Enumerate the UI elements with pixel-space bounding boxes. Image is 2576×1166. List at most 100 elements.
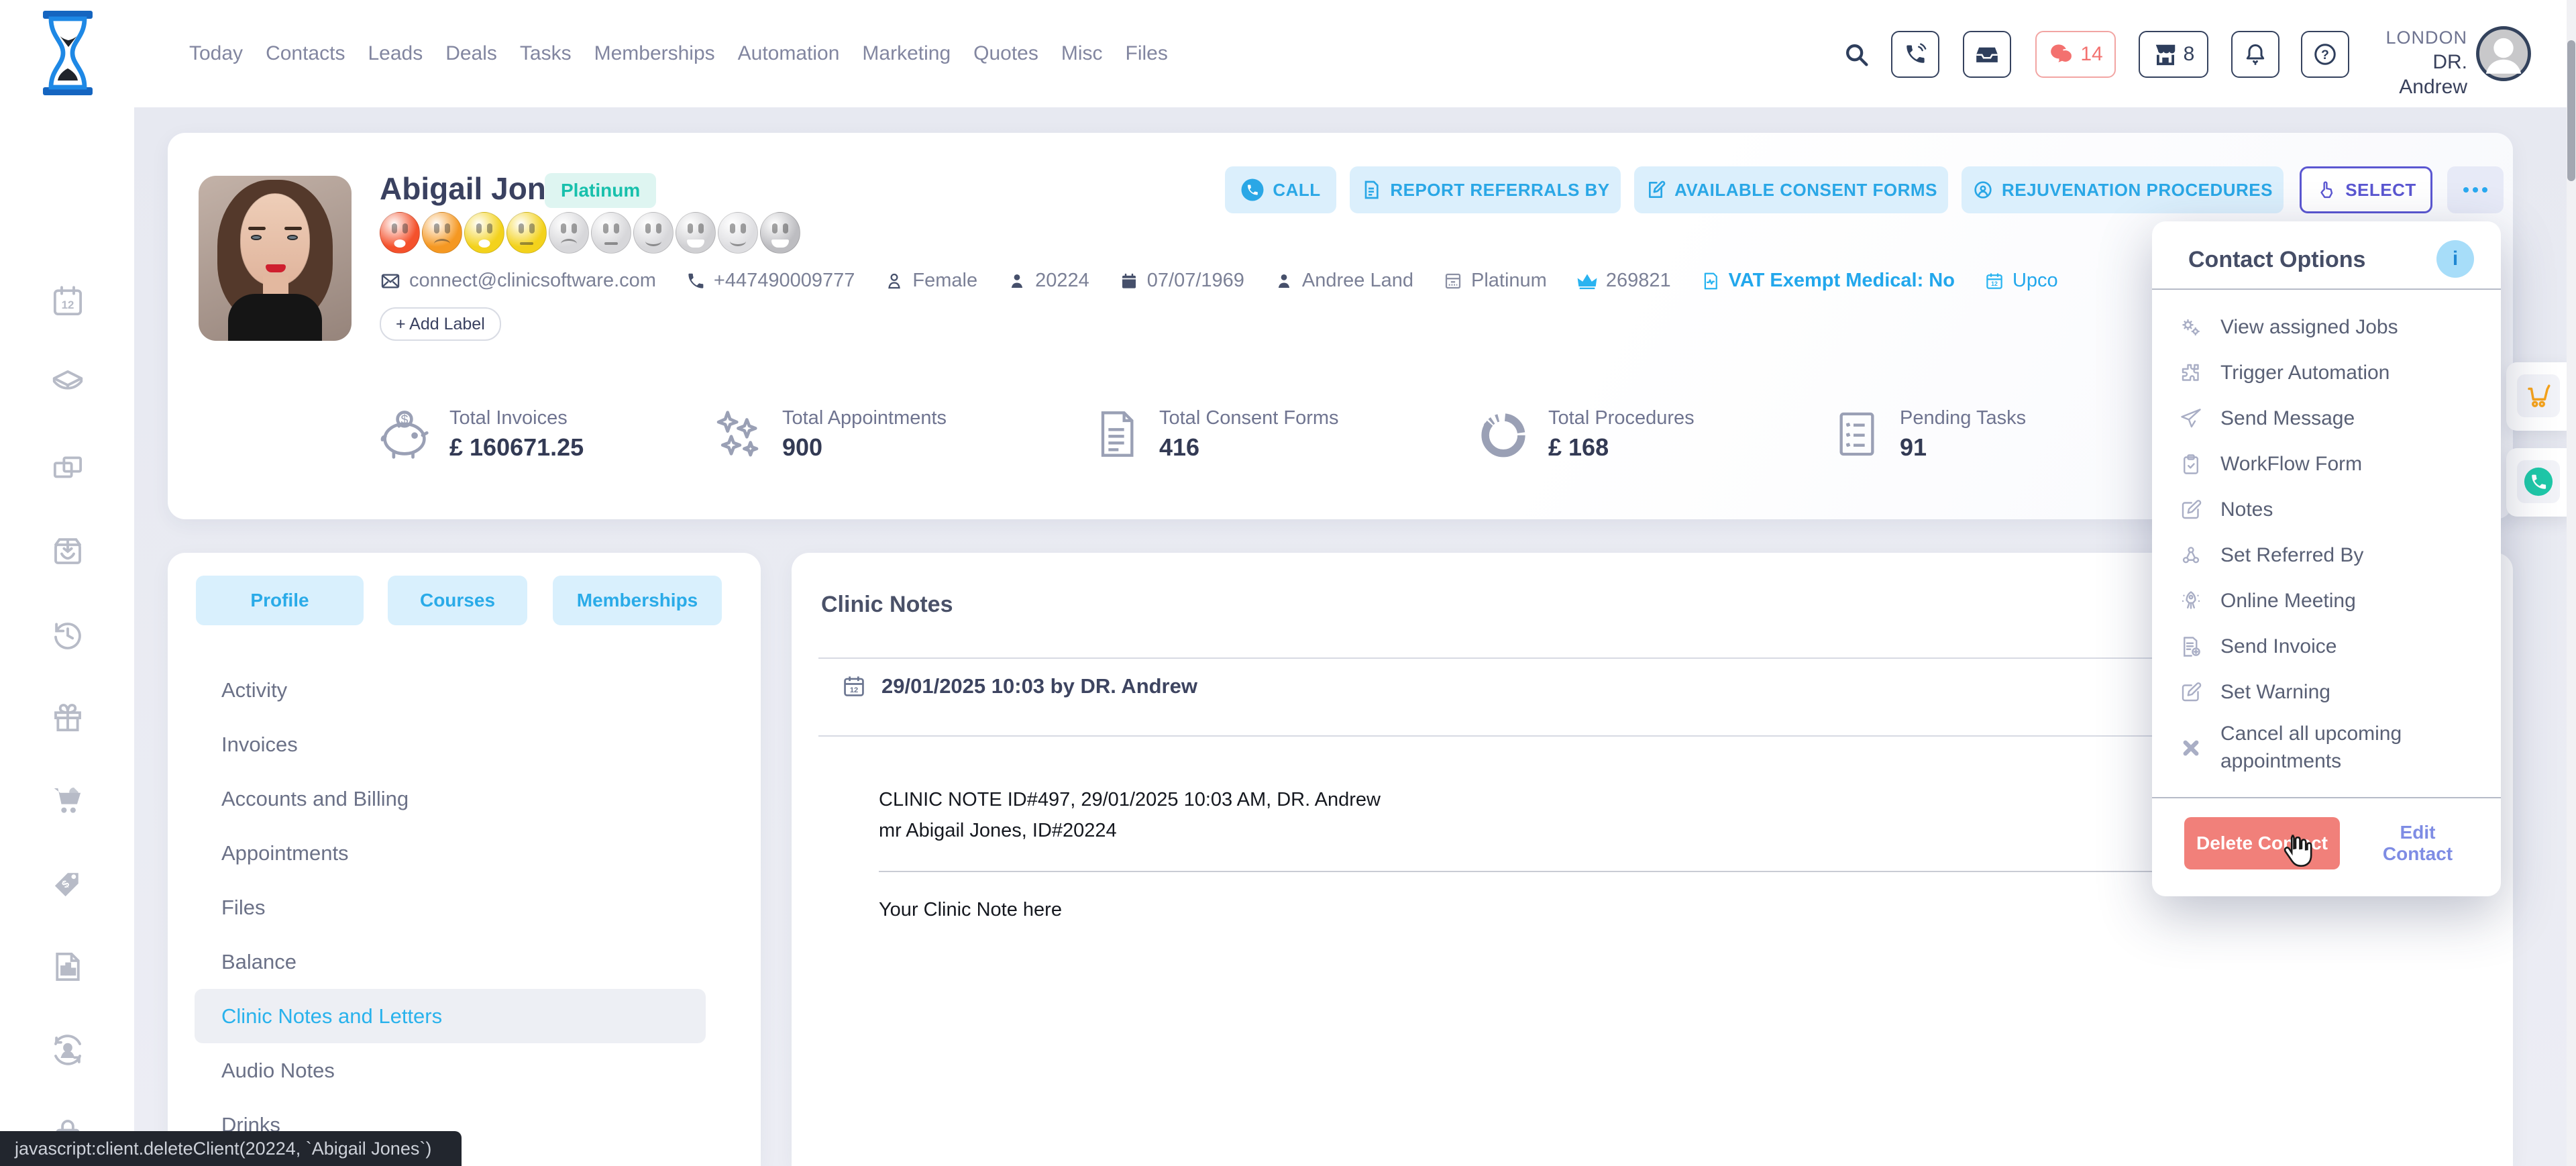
store-count: 8 [2184, 43, 2195, 66]
stat-total-consent-forms: Total Consent Forms416 [1089, 405, 1339, 463]
nav-marketing[interactable]: Marketing [862, 42, 951, 65]
info-icon[interactable]: i [2436, 240, 2474, 278]
menu-item-trigger-automation[interactable]: Trigger Automation [2179, 361, 2487, 385]
user-info[interactable]: LONDON DR. Andrew [2360, 27, 2467, 100]
menu-item-set-referred-by[interactable]: Set Referred By [2179, 543, 2487, 568]
rejuvenation-icon [1972, 179, 1994, 201]
sidebar-item-balance[interactable]: Balance [195, 935, 706, 989]
cart-fab-button[interactable] [2517, 374, 2560, 417]
satisfaction-rating [380, 212, 800, 254]
satisfaction-face-8[interactable] [676, 212, 716, 254]
sidebar-item-appointments[interactable]: Appointments [195, 826, 706, 880]
copy-windows-icon[interactable] [50, 449, 86, 486]
question-icon: ? [2313, 42, 2337, 66]
tab-profile[interactable]: Profile [196, 576, 364, 625]
menu-item-workflow-form[interactable]: WorkFlow Form [2179, 452, 2487, 476]
call-fab-container [2506, 448, 2569, 517]
price-tag-icon[interactable]: $ [50, 865, 86, 902]
tab-memberships[interactable]: Memberships [553, 576, 722, 625]
nav-memberships[interactable]: Memberships [594, 42, 715, 65]
crown-icon [1576, 270, 1598, 292]
person-sync-icon[interactable] [50, 1032, 86, 1068]
nav-files[interactable]: Files [1126, 42, 1168, 65]
sidebar-item-files[interactable]: Files [195, 880, 706, 935]
sidebar-item-audio-notes[interactable]: Audio Notes [195, 1043, 706, 1098]
satisfaction-face-3[interactable] [464, 212, 504, 254]
satisfaction-face-7[interactable] [633, 212, 674, 254]
nav-misc[interactable]: Misc [1061, 42, 1103, 65]
contact-upcoming[interactable]: 12 Upco [1984, 270, 2058, 292]
nav-deals[interactable]: Deals [445, 42, 497, 65]
menu-item-cancel-appointments[interactable]: Cancel all upcoming appointments [2179, 721, 2487, 775]
satisfaction-face-1[interactable] [380, 212, 420, 254]
person-icon [1274, 271, 1294, 291]
nav-contacts[interactable]: Contacts [266, 42, 345, 65]
menu-item-set-warning[interactable]: Set Warning [2179, 680, 2487, 704]
help-button[interactable]: ? [2301, 31, 2349, 78]
sidebar-item-invoices[interactable]: Invoices [195, 717, 706, 772]
sidebar-item-clinic-notes[interactable]: Clinic Notes and Letters [195, 989, 706, 1043]
rejuvenation-procedures-button[interactable]: REJUVENATION PROCEDURES [1962, 166, 2284, 213]
scrollbar-thumb[interactable] [2567, 40, 2575, 181]
notifications-button[interactable] [2231, 31, 2279, 78]
nav-today[interactable]: Today [189, 42, 243, 65]
satisfaction-face-2[interactable] [422, 212, 462, 254]
add-label-button[interactable]: + Add Label [380, 307, 501, 341]
menu-divider [2152, 288, 2501, 290]
report-referrals-button[interactable]: REPORT REFERRALS BY [1350, 166, 1621, 213]
satisfaction-face-5[interactable] [549, 212, 589, 254]
messages-count: 14 [2080, 43, 2102, 66]
nav-automation[interactable]: Automation [738, 42, 840, 65]
consent-forms-button[interactable]: AVAILABLE CONSENT FORMS [1634, 166, 1948, 213]
menu-item-send-message[interactable]: Send Message [2179, 407, 2487, 431]
sidebar-item-accounts-billing[interactable]: Accounts and Billing [195, 772, 706, 826]
more-options-button[interactable] [2447, 166, 2504, 213]
search-icon[interactable] [1843, 42, 1870, 72]
rocket-icon [2179, 589, 2203, 613]
stat-total-appointments: Total Appointments900 [708, 405, 947, 463]
note-entry-header[interactable]: 12 29/01/2025 10:03 by DR. Andrew [841, 674, 1197, 699]
scrollbar-track[interactable] [2567, 0, 2576, 1166]
call-button[interactable]: CALL [1225, 166, 1336, 213]
menu-item-send-invoice[interactable]: Send Invoice [2179, 635, 2487, 659]
top-bar: Today Contacts Leads Deals Tasks Members… [0, 0, 2576, 107]
envelope-icon [380, 270, 401, 292]
menu-item-view-assigned-jobs[interactable]: View assigned Jobs [2179, 315, 2487, 339]
delete-contact-button[interactable]: Delete Contact [2184, 817, 2340, 869]
calendar-12-icon: 12 [1984, 271, 2004, 291]
phone-calls-button[interactable] [1891, 31, 1939, 78]
main-nav: Today Contacts Leads Deals Tasks Members… [189, 0, 1168, 107]
menu-item-online-meeting[interactable]: Online Meeting [2179, 589, 2487, 613]
app-logo-hourglass-icon[interactable] [39, 11, 97, 99]
svg-text:12: 12 [850, 686, 858, 694]
satisfaction-face-10[interactable] [760, 212, 800, 254]
nav-quotes[interactable]: Quotes [973, 42, 1038, 65]
nav-leads[interactable]: Leads [368, 42, 423, 65]
nav-tasks[interactable]: Tasks [520, 42, 572, 65]
puzzle-icon [2179, 361, 2203, 385]
user-avatar[interactable] [2475, 25, 2532, 85]
contact-dob: 07/07/1969 [1119, 270, 1244, 292]
package-icon[interactable] [50, 366, 86, 403]
menu-item-notes[interactable]: Notes [2179, 498, 2487, 522]
edit-contact-button[interactable]: Edit Contact [2364, 817, 2471, 869]
contact-vat-exempt[interactable]: VAT Exempt Medical: No [1701, 270, 1955, 292]
note-body: Your Clinic Note here [879, 899, 1062, 921]
select-button[interactable]: SELECT [2300, 166, 2432, 213]
satisfaction-face-9[interactable] [718, 212, 758, 254]
inbox-button[interactable] [1963, 31, 2011, 78]
tab-courses[interactable]: Courses [388, 576, 527, 625]
report-chart-icon[interactable] [50, 949, 86, 985]
store-button[interactable]: 8 [2139, 31, 2208, 78]
satisfaction-face-4[interactable] [506, 212, 547, 254]
gift-icon[interactable] [50, 699, 86, 735]
sidebar-item-activity[interactable]: Activity [195, 663, 706, 717]
cart-icon[interactable] [50, 782, 86, 818]
shopping-bag-icon[interactable] [50, 533, 86, 569]
call-fab-button[interactable] [2517, 460, 2560, 503]
history-icon[interactable] [50, 616, 86, 652]
satisfaction-face-6[interactable] [591, 212, 631, 254]
svg-text:12: 12 [62, 299, 74, 311]
calendar-12-icon[interactable]: 12 [50, 283, 86, 319]
messages-button[interactable]: 14 [2035, 31, 2116, 78]
